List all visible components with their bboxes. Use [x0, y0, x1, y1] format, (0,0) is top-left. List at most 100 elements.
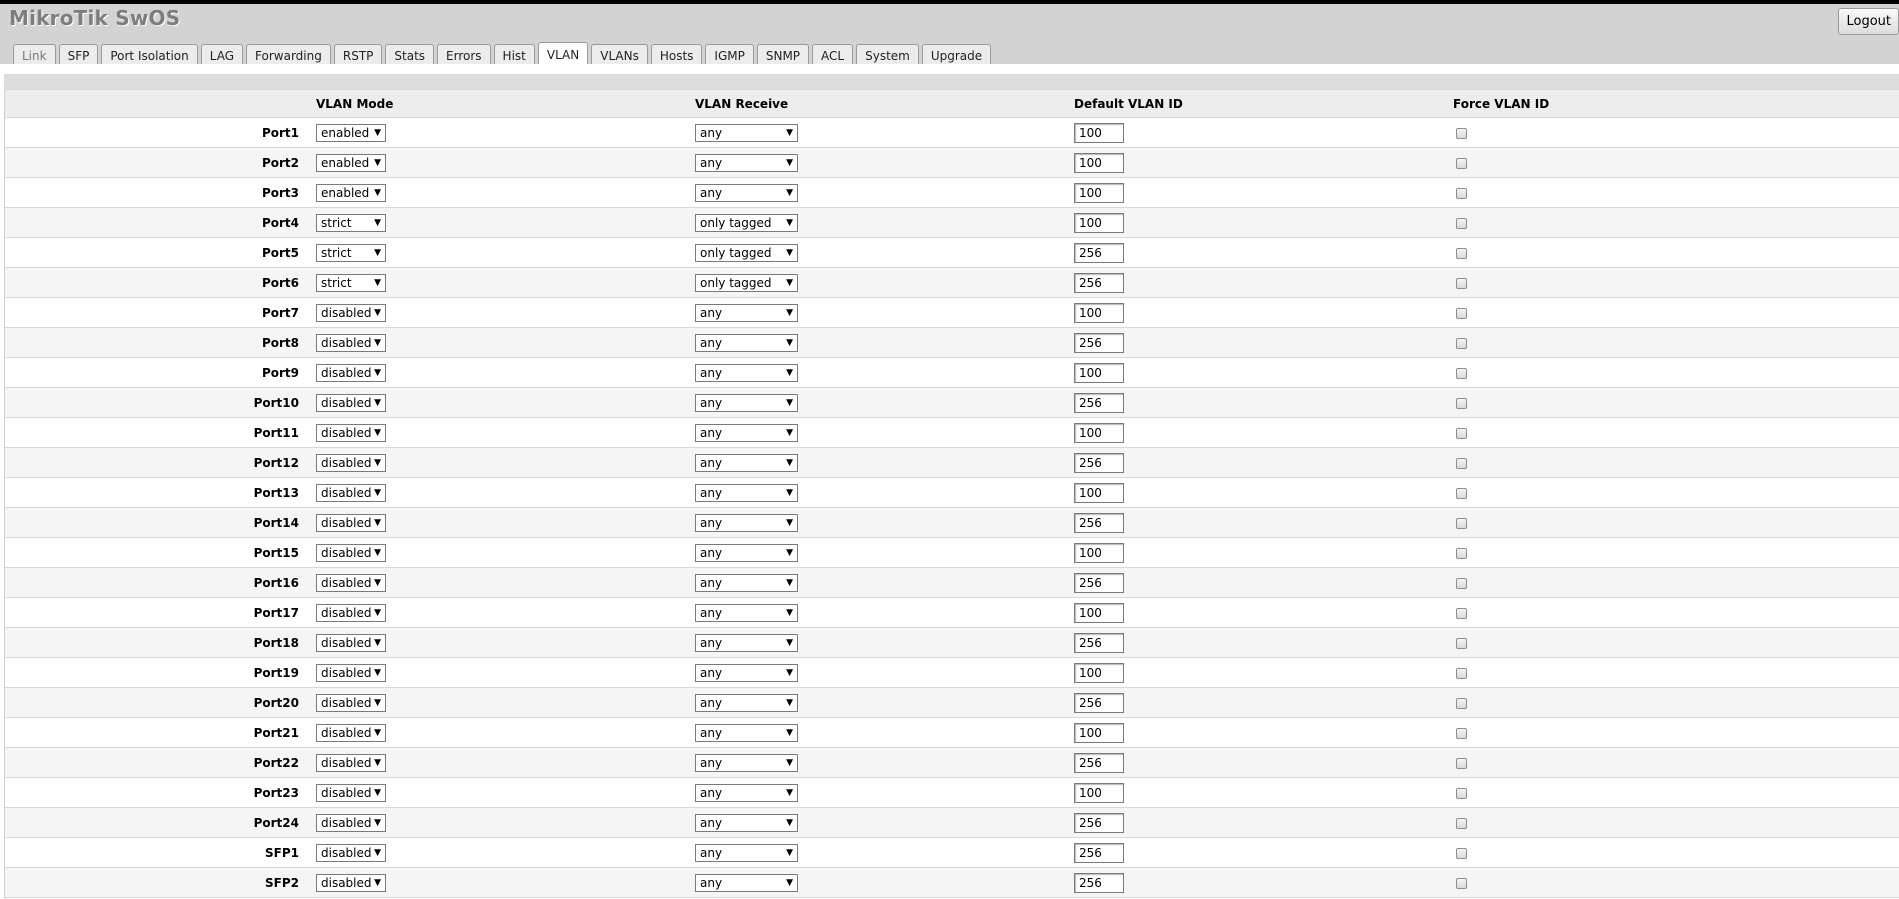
default-vlan-id-input[interactable]: 256 [1074, 872, 1124, 893]
vlan-mode-select[interactable]: enabled ▼ [316, 153, 386, 172]
vlan-receive-select[interactable]: any ▼ [695, 633, 798, 652]
vlan-mode-select[interactable]: disabled ▼ [316, 573, 386, 592]
vlan-receive-select[interactable]: any ▼ [695, 363, 798, 382]
default-vlan-id-input[interactable]: 256 [1074, 512, 1124, 533]
default-vlan-id-input[interactable]: 256 [1074, 332, 1124, 353]
default-vlan-id-input[interactable]: 100 [1074, 212, 1124, 233]
force-vlan-id-checkbox[interactable] [1456, 817, 1467, 829]
force-vlan-id-checkbox[interactable] [1456, 577, 1467, 589]
vlan-mode-select[interactable]: enabled ▼ [316, 123, 386, 142]
vlan-mode-select[interactable]: disabled ▼ [316, 693, 386, 712]
vlan-receive-select[interactable]: any ▼ [695, 423, 798, 442]
vlan-mode-select[interactable]: disabled ▼ [316, 513, 386, 532]
default-vlan-id-input[interactable]: 256 [1074, 392, 1124, 413]
vlan-receive-select[interactable]: only tagged ▼ [695, 273, 798, 292]
force-vlan-id-checkbox[interactable] [1456, 637, 1467, 649]
vlan-receive-select[interactable]: any ▼ [695, 873, 798, 892]
vlan-mode-select[interactable]: disabled ▼ [316, 543, 386, 562]
vlan-receive-select[interactable]: any ▼ [695, 393, 798, 412]
vlan-receive-select[interactable]: any ▼ [695, 603, 798, 622]
vlan-receive-select[interactable]: any ▼ [695, 663, 798, 682]
vlan-mode-select[interactable]: disabled ▼ [316, 813, 386, 832]
force-vlan-id-checkbox[interactable] [1456, 607, 1467, 619]
vlan-receive-select[interactable]: any ▼ [695, 333, 798, 352]
logout-button[interactable]: Logout [1838, 8, 1899, 35]
force-vlan-id-checkbox[interactable] [1456, 337, 1467, 349]
force-vlan-id-checkbox[interactable] [1456, 397, 1467, 409]
force-vlan-id-checkbox[interactable] [1456, 187, 1467, 199]
vlan-mode-select[interactable]: disabled ▼ [316, 753, 386, 772]
force-vlan-id-checkbox[interactable] [1456, 427, 1467, 439]
vlan-mode-select[interactable]: enabled ▼ [316, 183, 386, 202]
force-vlan-id-checkbox[interactable] [1456, 367, 1467, 379]
default-vlan-id-input[interactable]: 100 [1074, 602, 1124, 623]
vlan-receive-select[interactable]: only tagged ▼ [695, 213, 798, 232]
force-vlan-id-checkbox[interactable] [1456, 517, 1467, 529]
default-vlan-id-input[interactable]: 100 [1074, 782, 1124, 803]
default-vlan-id-input[interactable]: 100 [1074, 302, 1124, 323]
default-vlan-id-input[interactable]: 256 [1074, 452, 1124, 473]
vlan-receive-select[interactable]: any ▼ [695, 693, 798, 712]
default-vlan-id-input[interactable]: 100 [1074, 122, 1124, 143]
default-vlan-id-input[interactable]: 256 [1074, 842, 1124, 863]
default-vlan-id-input[interactable]: 256 [1074, 692, 1124, 713]
vlan-mode-select[interactable]: disabled ▼ [316, 483, 386, 502]
vlan-mode-select[interactable]: disabled ▼ [316, 843, 386, 862]
default-vlan-id-input[interactable]: 100 [1074, 422, 1124, 443]
vlan-mode-select[interactable]: disabled ▼ [316, 633, 386, 652]
default-vlan-id-input[interactable]: 256 [1074, 272, 1124, 293]
force-vlan-id-checkbox[interactable] [1456, 877, 1467, 889]
force-vlan-id-checkbox[interactable] [1456, 847, 1467, 859]
default-vlan-id-input[interactable]: 100 [1074, 362, 1124, 383]
vlan-mode-select[interactable]: disabled ▼ [316, 873, 386, 892]
vlan-receive-select[interactable]: any ▼ [695, 843, 798, 862]
force-vlan-id-checkbox[interactable] [1456, 247, 1467, 259]
force-vlan-id-checkbox[interactable] [1456, 727, 1467, 739]
default-vlan-id-input[interactable]: 256 [1074, 572, 1124, 593]
vlan-receive-select[interactable]: any ▼ [695, 513, 798, 532]
default-vlan-id-input[interactable]: 100 [1074, 542, 1124, 563]
vlan-receive-select[interactable]: any ▼ [695, 723, 798, 742]
vlan-mode-select[interactable]: strict ▼ [316, 213, 386, 232]
force-vlan-id-checkbox[interactable] [1456, 127, 1467, 139]
force-vlan-id-checkbox[interactable] [1456, 787, 1467, 799]
vlan-receive-select[interactable]: any ▼ [695, 183, 798, 202]
vlan-mode-select[interactable]: disabled ▼ [316, 663, 386, 682]
vlan-mode-select[interactable]: disabled ▼ [316, 333, 386, 352]
force-vlan-id-checkbox[interactable] [1456, 667, 1467, 679]
force-vlan-id-checkbox[interactable] [1456, 487, 1467, 499]
force-vlan-id-checkbox[interactable] [1456, 277, 1467, 289]
vlan-mode-select[interactable]: strict ▼ [316, 273, 386, 292]
vlan-receive-select[interactable]: any ▼ [695, 813, 798, 832]
force-vlan-id-checkbox[interactable] [1456, 157, 1467, 169]
default-vlan-id-input[interactable]: 256 [1074, 812, 1124, 833]
vlan-receive-select[interactable]: any ▼ [695, 783, 798, 802]
force-vlan-id-checkbox[interactable] [1456, 217, 1467, 229]
force-vlan-id-checkbox[interactable] [1456, 457, 1467, 469]
vlan-receive-select[interactable]: any ▼ [695, 483, 798, 502]
default-vlan-id-input[interactable]: 256 [1074, 632, 1124, 653]
default-vlan-id-input[interactable]: 256 [1074, 242, 1124, 263]
default-vlan-id-input[interactable]: 100 [1074, 482, 1124, 503]
vlan-receive-select[interactable]: only tagged ▼ [695, 243, 798, 262]
vlan-receive-select[interactable]: any ▼ [695, 543, 798, 562]
vlan-receive-select[interactable]: any ▼ [695, 123, 798, 142]
vlan-mode-select[interactable]: disabled ▼ [316, 603, 386, 622]
default-vlan-id-input[interactable]: 100 [1074, 662, 1124, 683]
default-vlan-id-input[interactable]: 100 [1074, 722, 1124, 743]
vlan-receive-select[interactable]: any ▼ [695, 573, 798, 592]
vlan-receive-select[interactable]: any ▼ [695, 453, 798, 472]
vlan-mode-select[interactable]: disabled ▼ [316, 363, 386, 382]
vlan-mode-select[interactable]: disabled ▼ [316, 453, 386, 472]
default-vlan-id-input[interactable]: 100 [1074, 182, 1124, 203]
vlan-receive-select[interactable]: any ▼ [695, 153, 798, 172]
default-vlan-id-input[interactable]: 256 [1074, 752, 1124, 773]
force-vlan-id-checkbox[interactable] [1456, 547, 1467, 559]
vlan-mode-select[interactable]: disabled ▼ [316, 393, 386, 412]
vlan-mode-select[interactable]: strict ▼ [316, 243, 386, 262]
force-vlan-id-checkbox[interactable] [1456, 697, 1467, 709]
default-vlan-id-input[interactable]: 100 [1074, 152, 1124, 173]
vlan-receive-select[interactable]: any ▼ [695, 303, 798, 322]
vlan-mode-select[interactable]: disabled ▼ [316, 303, 386, 322]
force-vlan-id-checkbox[interactable] [1456, 757, 1467, 769]
